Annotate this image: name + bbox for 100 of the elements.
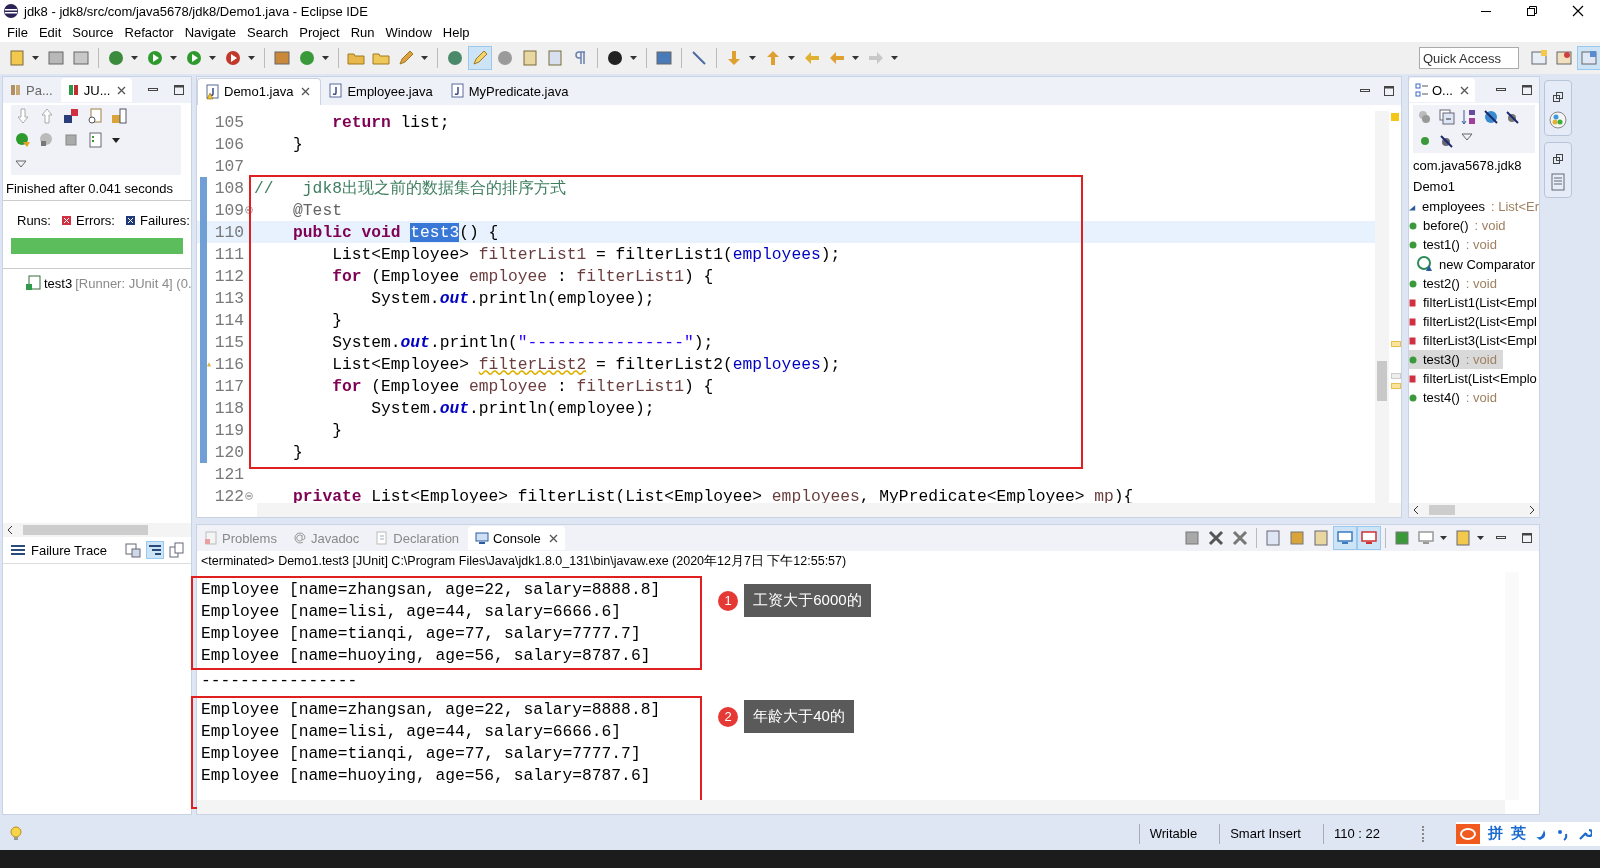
restore-icon[interactable] xyxy=(1552,91,1564,103)
menu-item[interactable]: Window xyxy=(381,24,439,40)
copy-icon[interactable] xyxy=(169,542,185,558)
menu-item[interactable]: Help xyxy=(438,24,477,40)
scroll-thumb[interactable] xyxy=(1429,505,1455,515)
view-menu-icon[interactable] xyxy=(1461,133,1473,141)
view-tab[interactable]: Pa... xyxy=(3,78,59,102)
drag-handle[interactable] xyxy=(1422,825,1426,842)
caret-icon[interactable] xyxy=(1440,536,1447,540)
lightbulb-icon[interactable] xyxy=(10,825,22,842)
maximize-icon[interactable] xyxy=(173,84,185,96)
caret-icon[interactable] xyxy=(170,56,177,60)
show-output-icon[interactable] xyxy=(1334,527,1356,549)
process-info: <terminated> Demo1.test3 [JUnit] C:\Program Files\Java\jdk1.8.0_131\bin\javaw.exe (2020年12月7日 下午12:55:57) xyxy=(200,553,848,570)
palette-icon[interactable] xyxy=(1549,111,1567,129)
outline-item[interactable]: test1() : void xyxy=(1409,235,1539,254)
sort-icon[interactable] xyxy=(1461,109,1477,125)
outline-item[interactable]: test2() : void xyxy=(1409,274,1539,293)
scroll-left-icon[interactable] xyxy=(1412,505,1420,515)
scroll-right-icon[interactable] xyxy=(1528,505,1536,515)
close-icon[interactable] xyxy=(117,85,127,95)
status-item: Writable xyxy=(1138,823,1220,844)
editor-tab[interactable]: Employee.java xyxy=(321,78,443,104)
maximize-icon[interactable] xyxy=(1526,5,1538,17)
outline-item[interactable]: employees : List<Er xyxy=(1409,197,1539,216)
menu-item[interactable]: Project xyxy=(295,24,347,40)
view-tab[interactable]: O... xyxy=(1409,78,1475,102)
restore-icon[interactable] xyxy=(1552,153,1564,165)
caret-icon[interactable] xyxy=(749,56,756,60)
outline-item[interactable]: filterList2(List<Empl xyxy=(1409,312,1539,331)
stop-icon[interactable] xyxy=(63,132,79,148)
quick-access-field[interactable]: Quick Access xyxy=(1419,47,1519,69)
line-number: 113 xyxy=(213,288,244,308)
scrollbar[interactable] xyxy=(3,523,191,537)
caret-icon[interactable] xyxy=(421,56,428,60)
menu-item[interactable]: File xyxy=(3,24,35,40)
maximize-icon[interactable] xyxy=(1521,84,1533,96)
line-number: 106 xyxy=(213,134,244,154)
line-number: 120 xyxy=(213,442,244,462)
scrollbar[interactable] xyxy=(1409,503,1539,517)
runs-label: Runs: xyxy=(17,213,51,228)
scrollbar[interactable] xyxy=(257,503,1401,517)
line-number: 118 xyxy=(213,398,244,418)
code-line: @Test xyxy=(292,200,342,220)
ime-mode-button[interactable]: 拼 xyxy=(1488,824,1503,843)
caret-icon[interactable] xyxy=(112,137,120,143)
test-passed-icon xyxy=(25,275,41,291)
outline-item[interactable]: test3() : void xyxy=(1409,350,1503,369)
menu-item[interactable]: Run xyxy=(346,24,382,40)
ime-logo-icon[interactable] xyxy=(1456,823,1480,844)
outline-item[interactable]: test4() : void xyxy=(1409,388,1539,407)
close-icon[interactable] xyxy=(548,533,558,543)
show-error-icon[interactable] xyxy=(1358,527,1380,549)
callout-label: 年龄大于40的 xyxy=(744,700,854,733)
ime-mode-button[interactable]: 英 xyxy=(1511,824,1526,843)
scroll-left-icon[interactable] xyxy=(6,525,14,535)
close-icon[interactable] xyxy=(1572,5,1584,17)
close-icon[interactable] xyxy=(301,87,311,96)
fold-icon[interactable] xyxy=(245,206,253,214)
view-menu-icon[interactable] xyxy=(15,160,27,168)
close-icon[interactable] xyxy=(1459,85,1469,95)
outline-item[interactable]: before() : void xyxy=(1409,216,1539,235)
scrollbar[interactable] xyxy=(1375,111,1389,503)
caret-icon[interactable] xyxy=(1477,536,1484,540)
outline-item[interactable]: filterList1(List<Empl xyxy=(1409,293,1539,312)
scroll-thumb[interactable] xyxy=(23,525,148,535)
menu-item[interactable]: Edit xyxy=(34,24,69,40)
maximize-icon[interactable] xyxy=(1521,532,1533,544)
fold-icon[interactable] xyxy=(245,492,253,500)
caret-icon[interactable] xyxy=(852,56,859,60)
caret-icon[interactable] xyxy=(32,56,39,60)
caret-icon[interactable] xyxy=(248,56,255,60)
test-item[interactable]: test3 xyxy=(44,275,73,291)
outline-item[interactable]: new Comparator xyxy=(1409,254,1539,274)
caret-icon[interactable] xyxy=(630,56,637,60)
view-tab[interactable]: Console xyxy=(468,526,565,550)
editor-tab[interactable]: Demo1.java xyxy=(197,77,322,105)
scroll-thumb[interactable] xyxy=(1377,361,1387,401)
outline-item[interactable]: filterList(List<Emplo xyxy=(1409,369,1539,388)
maximize-icon[interactable] xyxy=(1383,85,1395,97)
highlighter-icon[interactable] xyxy=(469,47,491,69)
menu-item[interactable]: Navigate xyxy=(180,24,243,40)
menu-item[interactable]: Source xyxy=(68,24,121,40)
scrollbar[interactable] xyxy=(197,800,1505,814)
caret-icon[interactable] xyxy=(322,56,329,60)
caret-icon[interactable] xyxy=(891,56,898,60)
caret-icon[interactable] xyxy=(209,56,216,60)
caret-icon[interactable] xyxy=(788,56,795,60)
menu-item[interactable]: Refactor xyxy=(120,24,181,40)
number-badge: 2 xyxy=(718,706,739,727)
public-method-icon xyxy=(1409,220,1417,231)
view-tab[interactable]: JU... xyxy=(60,78,133,102)
number-badge: 1 xyxy=(718,590,739,611)
menu-item[interactable]: Search xyxy=(243,24,296,40)
caret-icon[interactable] xyxy=(131,56,138,60)
status-item: 110 : 22 xyxy=(1322,823,1402,844)
line-number: 111 xyxy=(213,244,244,264)
problems-icon xyxy=(204,531,218,545)
outline-item[interactable]: filterList3(List<Empl xyxy=(1409,331,1539,350)
editor-tab[interactable]: MyPredicate.java xyxy=(442,78,579,104)
